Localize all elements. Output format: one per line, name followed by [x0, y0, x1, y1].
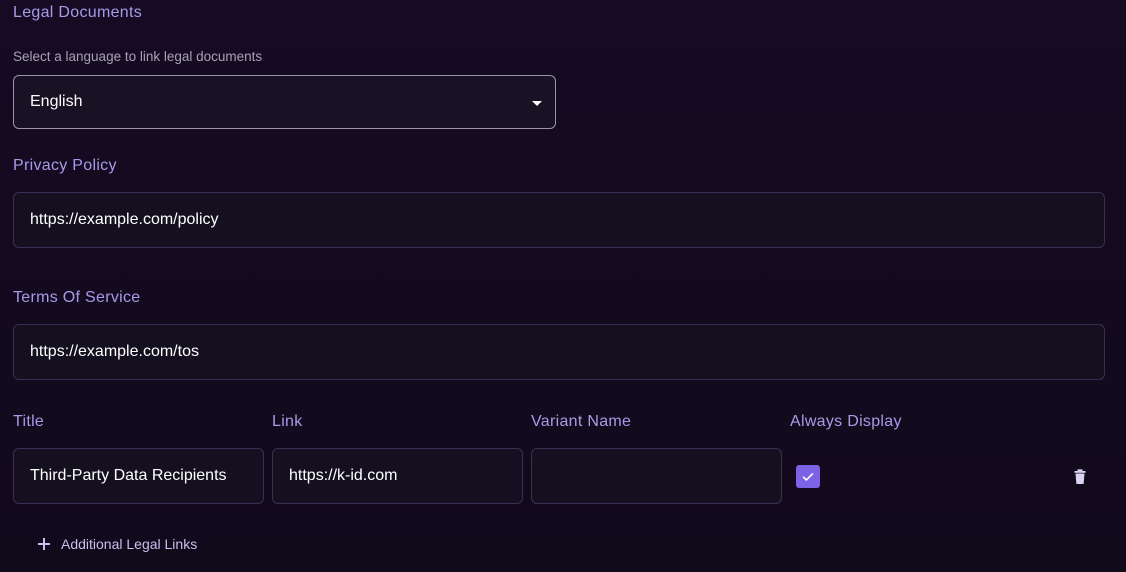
language-select-value: English — [30, 93, 83, 110]
legal-link-title-input[interactable]: Third-Party Data Recipients — [13, 448, 264, 504]
check-icon — [802, 472, 814, 481]
terms-of-service-input[interactable]: https://example.com/tos — [13, 324, 1105, 380]
add-legal-link-button[interactable]: Additional Legal Links — [37, 536, 197, 552]
caret-down-icon — [532, 101, 542, 106]
legal-documents-form: Legal Documents Select a language to lin… — [0, 0, 1126, 572]
language-select[interactable]: English — [13, 75, 556, 129]
add-legal-link-label: Additional Legal Links — [61, 536, 198, 552]
plus-icon — [37, 537, 51, 551]
legal-link-url-input[interactable]: https://k-id.com — [272, 448, 523, 504]
trash-icon[interactable] — [1074, 469, 1088, 485]
section-title: Legal Documents — [13, 4, 143, 21]
helper-text: Select a language to link legal document… — [13, 49, 263, 64]
always-display-checkbox[interactable] — [796, 465, 820, 488]
privacy-policy-label: Privacy Policy — [13, 157, 117, 174]
terms-of-service-label: Terms Of Service — [13, 289, 141, 306]
variant-name-column-label: Variant Name — [531, 413, 632, 430]
privacy-policy-input[interactable]: https://example.com/policy — [13, 192, 1105, 248]
link-column-label: Link — [272, 413, 303, 430]
legal-link-variant-input[interactable] — [531, 448, 782, 504]
title-column-label: Title — [13, 413, 45, 430]
always-display-column-label: Always Display — [790, 413, 902, 430]
